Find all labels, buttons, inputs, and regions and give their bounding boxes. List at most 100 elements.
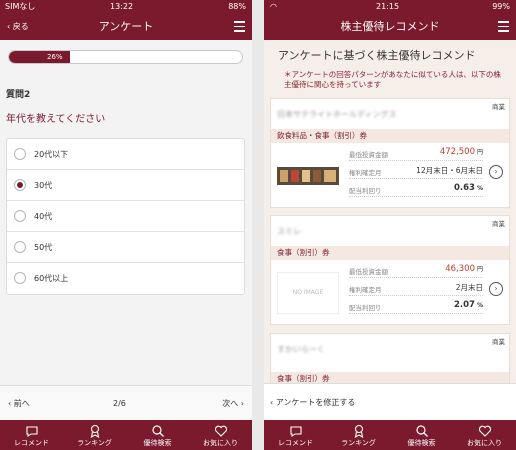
radio-button[interactable] bbox=[14, 210, 26, 222]
company-name: スミレ bbox=[277, 227, 301, 236]
recommend-heading: アンケートに基づく株主優待レコメンド bbox=[278, 49, 476, 62]
option-label: 60代以上 bbox=[34, 274, 69, 283]
battery-text: 88% bbox=[228, 2, 246, 11]
rights-month-value: 2月末日 bbox=[455, 283, 483, 292]
recommend-note: ＊アンケートの回答パターンがあなたに似ている人は、以下の株主優待に関心を持ってい… bbox=[284, 70, 501, 89]
tab-search[interactable]: 優待検索 bbox=[126, 420, 189, 450]
tab-search[interactable]: 優待検索 bbox=[390, 420, 453, 450]
option-label: 30代 bbox=[34, 181, 53, 190]
page-title: 株主優待レコメンド bbox=[340, 20, 440, 33]
ranking-icon bbox=[63, 423, 126, 439]
survey-screen: SIMなし 13:22 88% アンケート ‹ 戻る 26% 質問2 年代を教え… bbox=[0, 0, 252, 450]
min-invest-row: 最低投資金額 46,300 円 bbox=[349, 262, 483, 278]
tab-favorites[interactable]: お気に入り bbox=[189, 420, 252, 450]
status-bar: SIMなし 13:22 88% bbox=[0, 0, 252, 13]
menu-icon[interactable] bbox=[234, 21, 245, 32]
min-invest-value: 46,300 円 bbox=[445, 264, 483, 274]
category-badge: 商業 bbox=[492, 103, 505, 111]
recommend-icon bbox=[0, 423, 63, 439]
heart-icon bbox=[453, 423, 516, 439]
company-name: 日本サテライトホールディングス bbox=[277, 110, 397, 119]
company-name: すかいらーく bbox=[277, 345, 325, 354]
rights-month-row: 権利確定月 12月末日・6月末日 bbox=[349, 163, 483, 179]
recommend-icon bbox=[264, 423, 327, 439]
tab-label: ランキング bbox=[77, 439, 112, 447]
tab-label: 優待検索 bbox=[407, 439, 436, 447]
option-40s[interactable]: 40代 bbox=[7, 201, 244, 232]
radio-button[interactable] bbox=[14, 148, 26, 160]
page-indicator: 2/6 bbox=[113, 399, 126, 408]
min-invest-label: 最低投資金額 bbox=[349, 151, 388, 159]
option-label: 40代 bbox=[34, 212, 53, 221]
min-invest-row: 最低投資金額 472,500 円 bbox=[349, 145, 483, 161]
min-invest-label: 最低投資金額 bbox=[349, 268, 388, 276]
option-60s-or-over[interactable]: 60代以上 bbox=[7, 263, 244, 294]
edit-survey-link[interactable]: ‹ アンケートを修正する bbox=[264, 383, 516, 420]
prev-button[interactable]: ‹ 前へ bbox=[8, 386, 30, 421]
carrier-text: SIMなし bbox=[5, 2, 36, 11]
radio-button[interactable] bbox=[14, 241, 26, 253]
progress-fill: 26% bbox=[9, 51, 70, 63]
category-badge: 商業 bbox=[492, 220, 505, 228]
tab-label: お気に入り bbox=[203, 439, 238, 447]
chevron-right-icon[interactable]: › bbox=[489, 165, 503, 179]
progress-bar: 26% bbox=[8, 50, 243, 64]
ranking-icon bbox=[327, 423, 390, 439]
benefit-type: 食事（割引）券 bbox=[271, 246, 509, 260]
option-label: 20代以下 bbox=[34, 150, 69, 159]
recommend-card[interactable]: 商業 日本サテライトホールディングス 飲食料品・食事（割引）券 最低投資金額 4… bbox=[270, 98, 510, 208]
option-30s[interactable]: 30代 bbox=[7, 170, 244, 201]
battery-text: 99% bbox=[492, 2, 510, 11]
yield-value: 2.07% bbox=[454, 300, 483, 310]
radio-button[interactable] bbox=[14, 272, 26, 284]
option-label: 50代 bbox=[34, 243, 53, 252]
nav-bar: アンケート ‹ 戻る bbox=[0, 13, 252, 40]
search-icon bbox=[126, 423, 189, 439]
heart-icon bbox=[189, 423, 252, 439]
tab-recommend[interactable]: レコメンド bbox=[0, 420, 63, 450]
recommend-screen: ◠ 21:15 99% 株主優待レコメンド アンケートに基づく株主優待レコメンド… bbox=[264, 0, 516, 450]
menu-icon[interactable] bbox=[498, 21, 509, 32]
option-50s[interactable]: 50代 bbox=[7, 232, 244, 263]
tab-ranking[interactable]: ランキング bbox=[63, 420, 126, 450]
tab-recommend[interactable]: レコメンド bbox=[264, 420, 327, 450]
rights-month-value: 12月末日・6月末日 bbox=[416, 166, 483, 175]
answer-options: 20代以下 30代 40代 50代 60代以上 bbox=[6, 138, 245, 295]
benefit-type: 飲食料品・食事（割引）券 bbox=[271, 129, 509, 143]
tab-bar: レコメンド ランキング 優待検索 お気に入り bbox=[264, 420, 516, 450]
next-button[interactable]: 次へ › bbox=[222, 386, 244, 421]
tab-bar: レコメンド ランキング 優待検索 お気に入り bbox=[0, 420, 252, 450]
no-image-placeholder: NO IMAGE bbox=[277, 272, 339, 314]
yield-row: 配当利回り 2.07% bbox=[349, 298, 483, 314]
category-badge: 商業 bbox=[492, 338, 505, 346]
tab-favorites[interactable]: お気に入り bbox=[453, 420, 516, 450]
benefit-image bbox=[277, 155, 339, 197]
tab-ranking[interactable]: ランキング bbox=[327, 420, 390, 450]
back-button[interactable]: ‹ 戻る bbox=[7, 13, 29, 40]
yield-label: 配当利回り bbox=[349, 304, 382, 312]
tab-label: ランキング bbox=[341, 439, 376, 447]
tab-label: お気に入り bbox=[467, 439, 502, 447]
nav-bar: 株主優待レコメンド bbox=[264, 13, 516, 40]
tab-label: 優待検索 bbox=[143, 439, 172, 447]
rights-month-row: 権利確定月 2月末日 bbox=[349, 280, 483, 296]
clock-text: 21:15 bbox=[376, 2, 400, 11]
wifi-icon: ◠ bbox=[270, 2, 277, 11]
recommend-card[interactable]: 商業 スミレ 食事（割引）券 NO IMAGE 最低投資金額 46,300 円 権… bbox=[270, 215, 510, 325]
question-number: 質問2 bbox=[6, 90, 31, 100]
tab-label: レコメンド bbox=[278, 439, 313, 447]
progress-label: 26% bbox=[47, 53, 63, 61]
rights-month-label: 権利確定月 bbox=[349, 169, 382, 177]
clock-text: 13:22 bbox=[110, 2, 134, 11]
status-bar: ◠ 21:15 99% bbox=[264, 0, 516, 13]
page-title: アンケート bbox=[98, 20, 154, 33]
yield-label: 配当利回り bbox=[349, 187, 382, 195]
chevron-right-icon[interactable]: › bbox=[489, 282, 503, 296]
tab-label: レコメンド bbox=[14, 439, 49, 447]
min-invest-value: 472,500 円 bbox=[439, 147, 483, 157]
yield-value: 0.63% bbox=[454, 183, 483, 193]
radio-button-selected[interactable] bbox=[14, 179, 26, 191]
yield-row: 配当利回り 0.63% bbox=[349, 181, 483, 197]
pager: ‹ 前へ 2/6 次へ › bbox=[0, 385, 252, 420]
option-20s-or-under[interactable]: 20代以下 bbox=[7, 139, 244, 170]
